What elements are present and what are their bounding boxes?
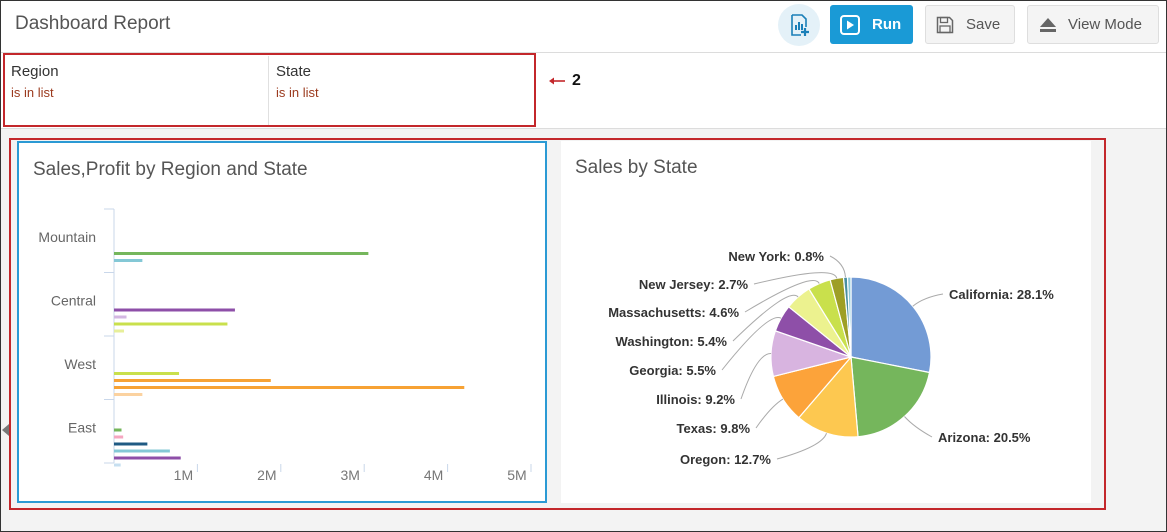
page-title: Dashboard Report xyxy=(15,13,171,34)
annotation-marker: 2 xyxy=(548,72,581,90)
eject-icon xyxy=(1040,17,1056,32)
floppy-disk-icon xyxy=(936,16,954,33)
add-chart-button[interactable] xyxy=(778,4,820,46)
filter-highlight-box xyxy=(3,53,536,127)
charts-highlight-box xyxy=(9,138,1106,510)
play-icon xyxy=(840,14,860,35)
collapse-panel-handle[interactable] xyxy=(2,424,9,436)
save-button[interactable]: Save xyxy=(925,5,1015,44)
run-button[interactable]: Run xyxy=(830,5,913,44)
view-mode-button[interactable]: View Mode xyxy=(1027,5,1159,44)
save-button-label: Save xyxy=(966,16,1001,33)
arrow-left-icon xyxy=(549,77,565,85)
add-chart-icon xyxy=(791,14,809,36)
run-button-label: Run xyxy=(872,16,902,33)
annotation-number: 2 xyxy=(572,72,581,89)
view-mode-button-label: View Mode xyxy=(1068,16,1142,33)
report-header: Dashboard Report Run Save View Mode xyxy=(1,1,1166,53)
